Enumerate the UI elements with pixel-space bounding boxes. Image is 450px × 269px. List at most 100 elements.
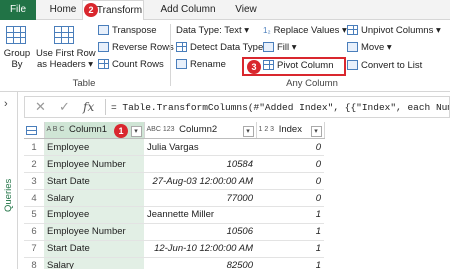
column2-cell[interactable]: 10584: [144, 155, 256, 174]
column1-cell[interactable]: Employee Number: [44, 155, 144, 174]
group-by-label-1: Group: [3, 48, 31, 59]
grid-header-row: A B C Column1 ▾ ABC 123 Column2 ▾ 1 2 3 …: [24, 122, 325, 140]
row-number: 3: [24, 172, 44, 191]
cancel-icon[interactable]: ✕: [35, 99, 46, 115]
group-by-label-2: By: [11, 59, 23, 70]
column-header-column2[interactable]: ABC 123 Column2 ▾: [144, 122, 257, 140]
row-number: 1: [24, 138, 44, 157]
tab-view[interactable]: View: [229, 0, 263, 20]
check-icon[interactable]: ✓: [59, 99, 70, 115]
rename-label: Rename: [190, 59, 226, 70]
column-header-column1[interactable]: A B C Column1 ▾: [44, 122, 145, 140]
fill-button[interactable]: Fill ▾: [263, 42, 297, 53]
row-number: 2: [24, 155, 44, 174]
use-first-row-button[interactable]: Use First Row as Headers ▾: [36, 24, 96, 74]
tab-add-column[interactable]: Add Column: [153, 0, 223, 20]
row-number: 6: [24, 223, 44, 241]
step-badge-1: 1: [114, 124, 128, 138]
count-rows-icon: [98, 59, 109, 70]
use-first-row-label-2-text: as Headers: [36, 59, 86, 70]
column2-cell[interactable]: Jeannette Miller: [144, 206, 256, 224]
transpose-icon: [98, 25, 109, 36]
index-cell[interactable]: 1: [256, 206, 324, 224]
index-cell[interactable]: 1: [256, 240, 324, 258]
column1-cell[interactable]: Employee Number: [44, 223, 144, 241]
row-number: 5: [24, 206, 44, 224]
tab-home[interactable]: Home: [46, 0, 80, 20]
column1-cell[interactable]: Salary: [44, 257, 144, 269]
chevron-right-icon[interactable]: ›: [4, 98, 8, 110]
index-cell[interactable]: 1: [256, 257, 324, 269]
column1-cell[interactable]: Salary: [44, 189, 144, 207]
index-cell[interactable]: 0: [256, 155, 324, 174]
replace-values-icon: 1₂: [263, 25, 271, 35]
table-row[interactable]: 8 Salary 82500 1: [24, 257, 324, 269]
fill-icon: [263, 42, 274, 53]
rename-button[interactable]: Rename: [176, 59, 226, 70]
transpose-button[interactable]: Transpose: [98, 25, 157, 36]
column2-cell[interactable]: 77000: [144, 189, 256, 207]
number-type-icon: 1 2 3: [258, 125, 275, 133]
ribbon-tab-strip: File Home Transform Add Column View: [0, 0, 450, 21]
index-cell[interactable]: 1: [256, 223, 324, 241]
table-menu-button[interactable]: [24, 122, 45, 140]
detect-data-type-icon: [176, 42, 187, 53]
data-preview-grid: A B C Column1 ▾ ABC 123 Column2 ▾ 1 2 3 …: [24, 122, 325, 269]
table-row[interactable]: 7 Start Date 12-Jun-10 12:00:00 AM 1: [24, 240, 324, 258]
move-button[interactable]: Move ▾: [347, 42, 392, 53]
table-icon: [26, 125, 37, 135]
unpivot-columns-icon: [347, 25, 358, 36]
use-first-row-label-2: as Headers ▾: [36, 59, 93, 70]
formula-bar[interactable]: ✕ ✓ fx = Table.TransformColumns(#"Added …: [24, 96, 450, 118]
formula-text[interactable]: = Table.TransformColumns(#"Added Index",…: [111, 102, 449, 113]
reverse-rows-button[interactable]: Reverse Rows: [98, 42, 174, 53]
index-cell[interactable]: 0: [256, 189, 324, 207]
reverse-rows-label: Reverse Rows: [112, 42, 174, 53]
tab-transform-label: Transform: [96, 5, 143, 16]
table-row[interactable]: 1 Employee Julia Vargas 0: [24, 138, 324, 157]
column1-cell[interactable]: Employee: [44, 138, 144, 157]
column2-cell[interactable]: 82500: [144, 257, 256, 269]
table-row[interactable]: 5 Employee Jeannette Miller 1: [24, 206, 324, 224]
move-icon: [347, 42, 358, 53]
index-cell[interactable]: 0: [256, 138, 324, 157]
use-first-row-label-1: Use First Row: [36, 48, 96, 59]
convert-to-list-icon: [347, 60, 358, 71]
table-row[interactable]: 3 Start Date 27-Aug-03 12:00:00 AM 0: [24, 172, 324, 191]
data-type-label: Data Type: Text: [176, 25, 242, 36]
fx-icon: fx: [83, 100, 95, 114]
column1-filter-dropdown[interactable]: ▾: [130, 125, 142, 137]
index-cell[interactable]: 0: [256, 172, 324, 191]
column1-cell[interactable]: Start Date: [44, 172, 144, 191]
formula-divider: [105, 99, 106, 115]
column2-cell[interactable]: Julia Vargas: [144, 138, 256, 157]
index-filter-dropdown[interactable]: ▾: [310, 125, 322, 137]
column2-cell[interactable]: 12-Jun-10 12:00:00 AM: [144, 240, 256, 258]
count-rows-button[interactable]: Count Rows: [98, 59, 164, 70]
move-label: Move: [361, 42, 385, 53]
table-headers-icon: [54, 26, 74, 44]
column1-cell[interactable]: Start Date: [44, 240, 144, 258]
table-row[interactable]: 4 Salary 77000 0: [24, 189, 324, 207]
table-row[interactable]: 2 Employee Number 10584 0: [24, 155, 324, 174]
convert-to-list-label: Convert to List: [361, 60, 423, 71]
ribbon-separator: [170, 24, 171, 86]
convert-to-list-button[interactable]: Convert to List: [347, 60, 422, 71]
table-group-label: Table: [72, 78, 96, 89]
detect-data-type-label: Detect Data Type: [190, 42, 264, 53]
transpose-label: Transpose: [112, 25, 157, 36]
unpivot-columns-button[interactable]: Unpivot Columns ▾: [347, 25, 441, 36]
column2-cell[interactable]: 27-Aug-03 12:00:00 AM: [144, 172, 256, 191]
tab-file[interactable]: File: [0, 0, 36, 20]
column2-filter-dropdown[interactable]: ▾: [242, 125, 254, 137]
column1-cell[interactable]: Employee: [44, 206, 144, 224]
group-by-button[interactable]: Group By: [2, 24, 32, 74]
table-row[interactable]: 6 Employee Number 10506 1: [24, 223, 324, 241]
data-type-dropdown[interactable]: Data Type: Text ▾: [176, 25, 249, 36]
replace-values-button[interactable]: 1₂ Replace Values ▾: [263, 25, 347, 36]
queries-pane[interactable]: › Queries: [0, 92, 18, 269]
group-by-icon: [6, 26, 26, 44]
detect-data-type-button[interactable]: Detect Data Type: [176, 42, 263, 53]
column-header-index[interactable]: 1 2 3 Index ▾: [256, 122, 325, 140]
column2-cell[interactable]: 10506: [144, 223, 256, 241]
